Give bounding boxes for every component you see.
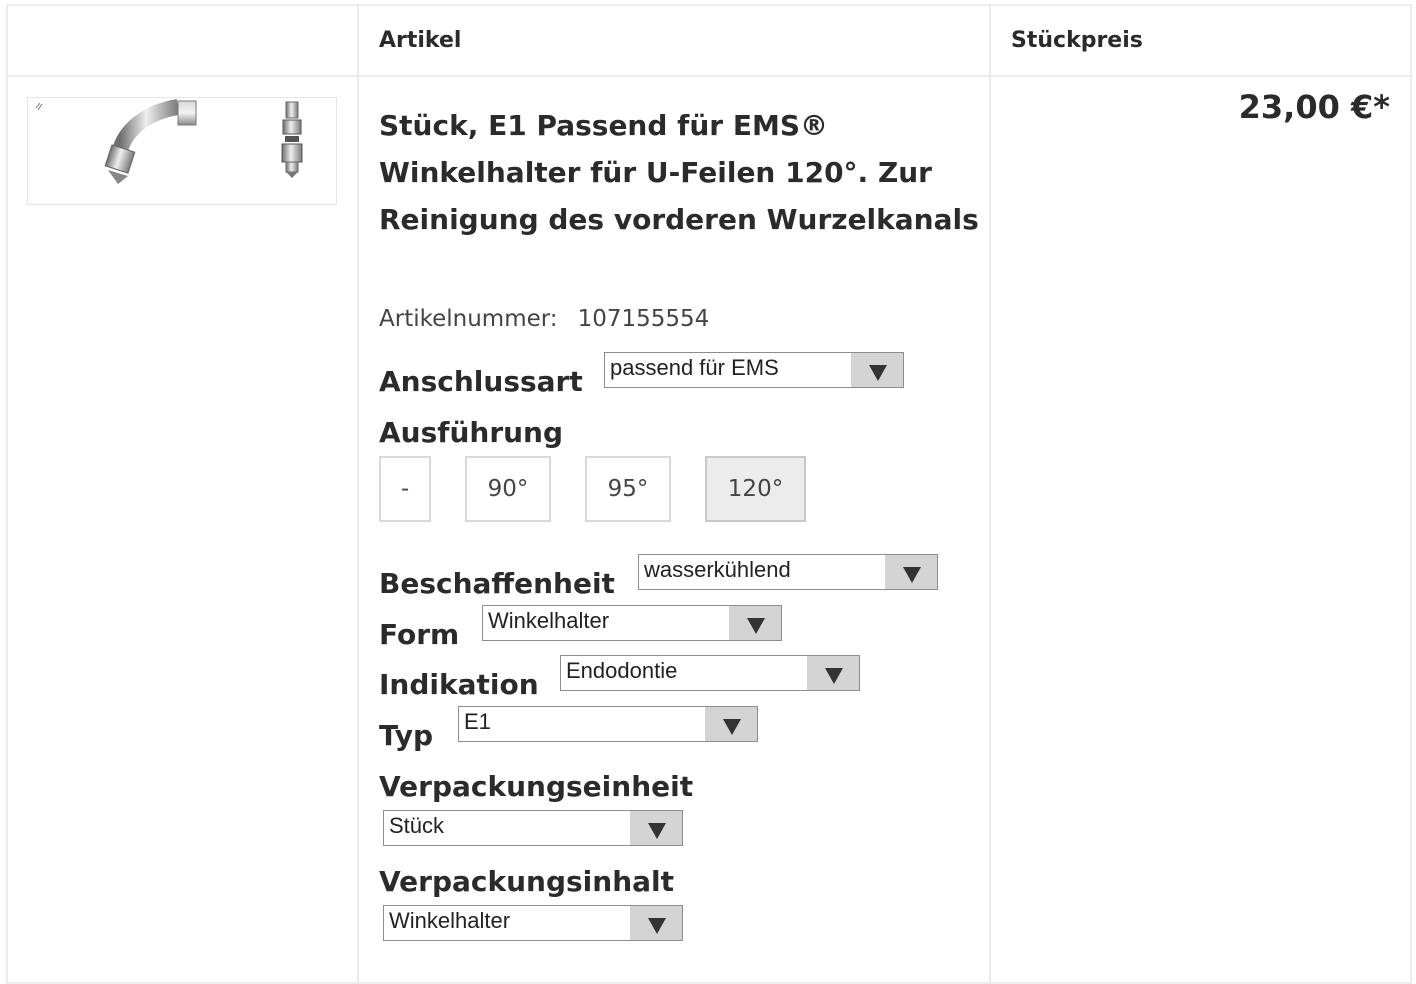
connection-select-value: passend für EMS [610,355,779,380]
sku-label: Artikelnummer: [379,306,558,332]
pack-content-label: Verpackungsinhalt [379,865,675,898]
pack-unit-select[interactable]: Stück [383,810,683,846]
column-header-article: Artikel [379,28,462,53]
column-header-unit-price: Stückpreis [1011,28,1143,53]
execution-option[interactable]: 90° [465,456,551,522]
texture-select[interactable]: wasserkühlend [638,554,938,590]
connection-label: Anschlussart [379,365,583,398]
triangle-down-icon [630,811,682,845]
execution-option[interactable]: 95° [585,456,671,522]
type-label: Typ [379,719,434,752]
connection-select[interactable]: passend für EMS [604,352,904,388]
unit-price: 23,00 €* [1238,88,1390,126]
texture-select-value: wasserkühlend [644,557,791,582]
header-divider [6,75,1412,77]
pack-content-select[interactable]: Winkelhalter [383,905,683,941]
triangle-down-icon [807,656,859,690]
execution-label: Ausführung [379,416,564,449]
column-divider [357,4,359,984]
execution-option-selected[interactable]: 120° [705,456,806,522]
triangle-down-icon [851,353,903,387]
triangle-down-icon [729,606,781,640]
type-select[interactable]: E1 [458,706,758,742]
sku-value: 107155554 [577,306,710,332]
form-select-value: Winkelhalter [488,608,610,633]
pack-content-select-value: Winkelhalter [389,908,511,933]
execution-option[interactable]: - [379,456,431,522]
form-select[interactable]: Winkelhalter [482,605,782,641]
triangle-down-icon [630,906,682,940]
pack-unit-label: Verpackungseinheit [379,770,694,803]
column-divider [989,4,991,984]
product-image[interactable] [27,97,337,205]
indication-select-value: Endodontie [566,658,678,683]
type-select-value: E1 [464,709,491,734]
indication-select[interactable]: Endodontie [560,655,860,691]
pack-unit-select-value: Stück [389,813,445,838]
texture-label: Beschaffenheit [379,567,615,600]
triangle-down-icon [705,707,757,741]
form-label: Form [379,618,460,651]
triangle-down-icon [885,555,937,589]
product-photo [35,99,303,184]
product-title[interactable]: Stück, E1 Passend für EMS® Winkelhalter … [379,102,979,243]
sku-row: Artikelnummer: 107155554 [379,306,709,332]
indication-label: Indikation [379,668,539,701]
